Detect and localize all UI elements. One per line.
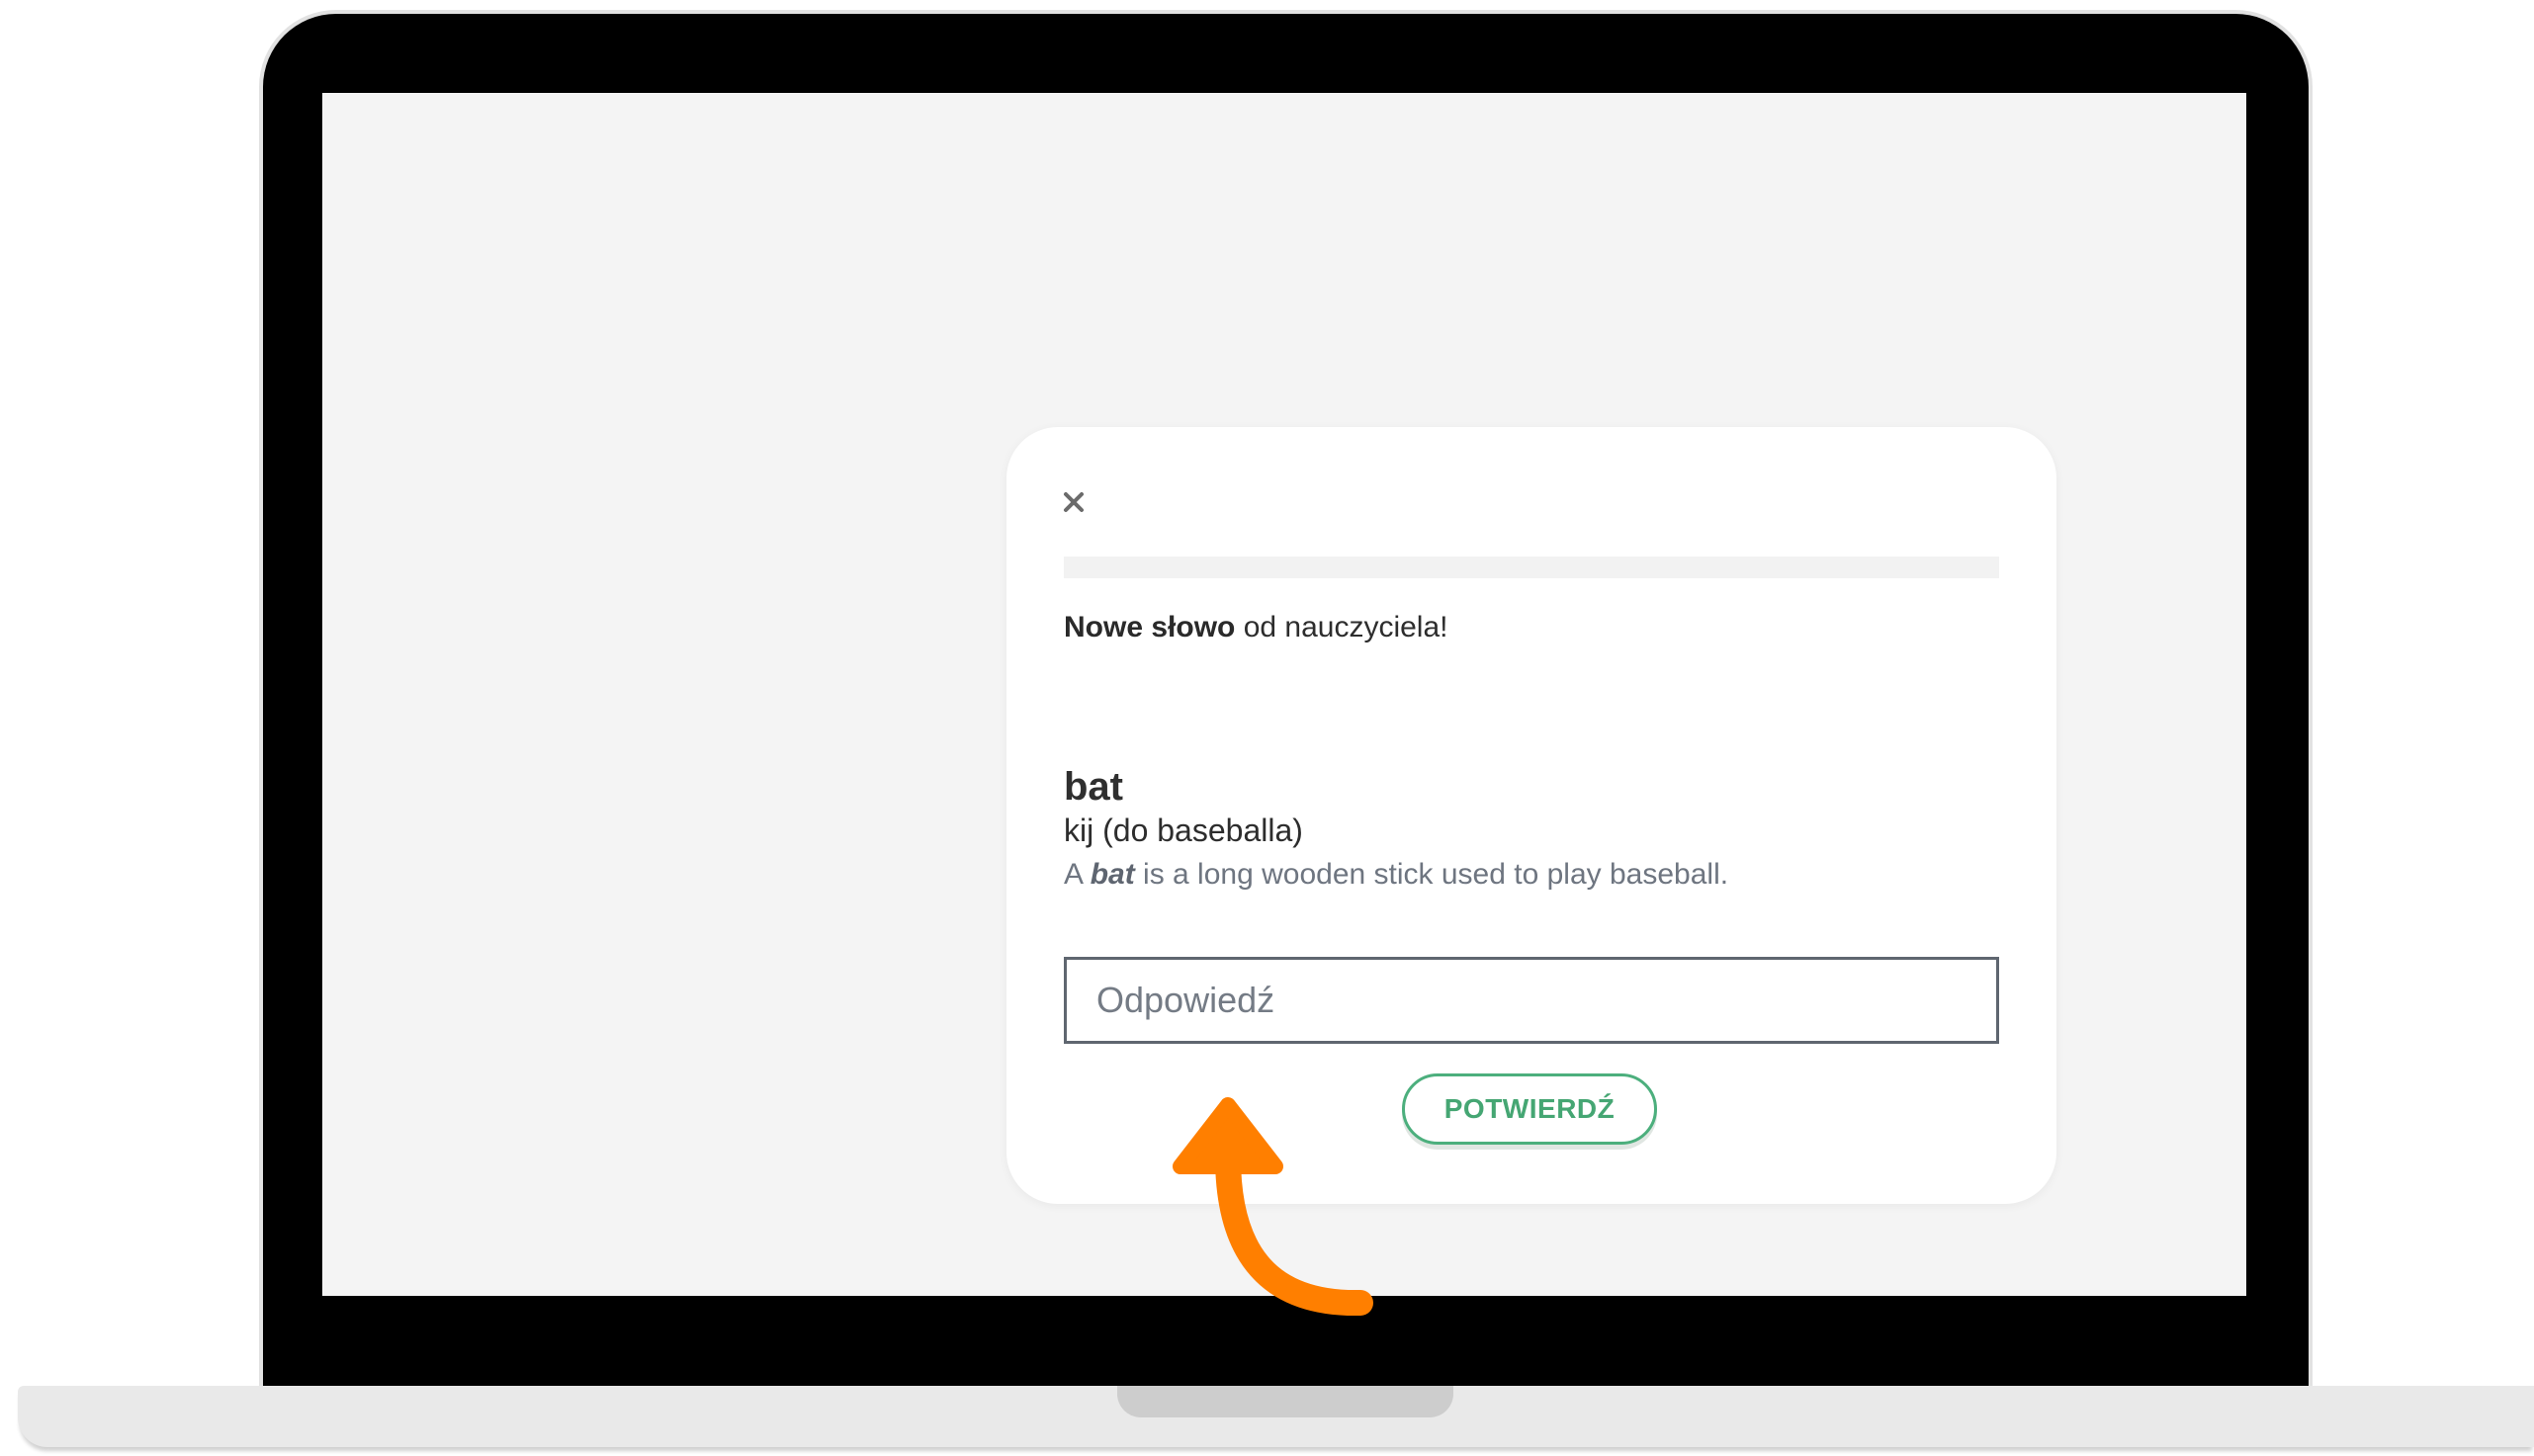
arrow-head [1173,1097,1283,1174]
new-word-modal: Nowe słowo od nauczyciela! bat kij (do b… [1006,427,2056,1204]
curved-arrow-icon [1173,1097,1373,1317]
vocab-word: bat [1064,765,1123,809]
notice-bold: Nowe słowo [1064,611,1236,643]
notice-rest: od nauczyciela! [1235,611,1448,643]
close-button[interactable] [1054,482,1093,522]
example-prefix: A [1064,858,1091,891]
confirm-button[interactable]: POTWIERDŹ [1402,1073,1657,1145]
example-sentence: A bat is a long wooden stick used to pla… [1064,858,1728,892]
arrow-shaft [1215,1144,1373,1317]
progress-bar [1064,557,1999,578]
close-icon [1064,492,1084,512]
answer-input[interactable] [1064,957,1999,1044]
new-word-notice: Nowe słowo od nauczyciela! [1064,611,1448,644]
word-translation: kij (do baseballa) [1064,813,1303,848]
laptop-notch [1117,1386,1453,1417]
example-word: bat [1090,858,1135,891]
stage: Nowe słowo od nauczyciela! bat kij (do b… [0,0,2534,1456]
example-suffix: is a long wooden stick used to play base… [1134,858,1729,891]
